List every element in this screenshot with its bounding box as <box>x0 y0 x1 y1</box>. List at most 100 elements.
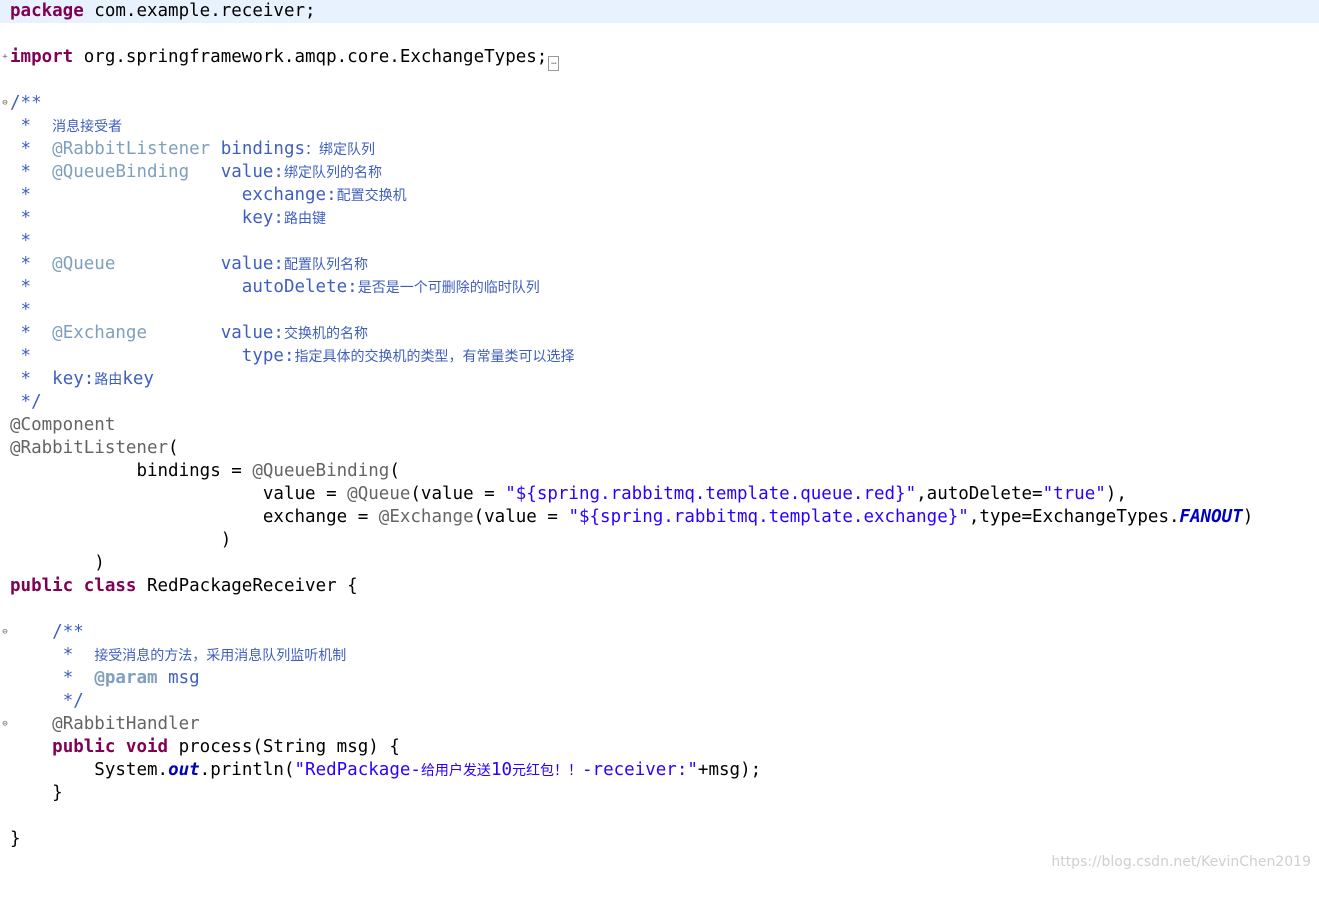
keyword-public: public <box>52 737 116 757</box>
keyword-import: import <box>10 47 74 67</box>
javadoc-param-exchange: exchange: <box>241 185 337 205</box>
javadoc-star: * <box>10 116 42 136</box>
fold-expand-icon[interactable]: + <box>0 46 10 69</box>
fold-collapse-icon[interactable]: ⊖ <box>0 621 10 644</box>
folded-imports-icon[interactable]: … <box>548 56 560 71</box>
code-line-method-doc-summary[interactable]: * 接受消息的方法，采用消息队列监听机制 <box>0 644 1319 667</box>
code-line-doc-type[interactable]: * type:指定具体的交换机的类型，有常量类可以选择 <box>0 345 1319 368</box>
import-name: org.springframework.amqp.core.ExchangeTy… <box>73 47 548 67</box>
code-line-doc-blank-2[interactable]: * <box>0 299 1319 322</box>
string-cjk-1: 给用户发送 <box>420 763 491 779</box>
javadoc-star: * <box>10 162 42 182</box>
javadoc-star: * <box>10 254 42 274</box>
method-javadoc-summary: 接受消息的方法，采用消息队列监听机制 <box>94 648 347 664</box>
javadoc-desc-autodelete: 是否是一个可删除的临时队列 <box>357 280 540 296</box>
javadoc-param-type: type: <box>241 346 295 366</box>
keyword-package: package <box>10 1 84 21</box>
code-line-doc-queue[interactable]: * @Queue value:配置队列名称 <box>0 253 1319 276</box>
code-line-component[interactable]: @Component <box>0 414 1319 437</box>
code-line-package[interactable]: package com.example.receiver; <box>0 0 1319 23</box>
println-tail: +msg); <box>697 760 762 780</box>
code-line-doc-open[interactable]: ⊖ /** <box>0 92 1319 115</box>
code-line-method-doc-param[interactable]: * @param msg <box>0 667 1319 690</box>
javadoc-key-desc: 路由 <box>94 372 123 388</box>
code-line-doc-summary[interactable]: * 消息接受者 <box>0 115 1319 138</box>
string-part-2: -receiver:" <box>582 760 698 780</box>
annotation-queue: @Queue <box>347 484 411 504</box>
code-line-doc-autodelete[interactable]: * autoDelete:是否是一个可删除的临时队列 <box>0 276 1319 299</box>
exchange-value-arg: (value = <box>473 507 569 527</box>
javadoc-star: * <box>10 346 42 366</box>
javadoc-param-value: value: <box>220 162 284 182</box>
code-line-method-doc-close[interactable]: */ <box>0 690 1319 713</box>
javadoc-param-key: key: <box>241 208 284 228</box>
javadoc-star: * <box>10 231 42 251</box>
code-line-exchange[interactable]: exchange = @Exchange(value = "${spring.r… <box>0 506 1319 529</box>
javadoc-star: * <box>10 185 42 205</box>
brace-close-class: } <box>10 829 21 849</box>
code-line-doc-routing-key[interactable]: * key:路由key <box>0 368 1319 391</box>
queue-value-arg: (value = <box>410 484 506 504</box>
code-line-method-decl[interactable]: public void process(String msg) { <box>0 736 1319 759</box>
javadoc-tag-param: @param <box>94 668 158 688</box>
code-line-class-decl[interactable]: public class RedPackageReceiver { <box>0 575 1319 598</box>
javadoc-summary: 消息接受者 <box>52 119 123 135</box>
code-line-method-close[interactable]: } <box>0 782 1319 805</box>
code-line-doc-exchange[interactable]: * exchange:配置交换机 <box>0 184 1319 207</box>
code-line-outer-close[interactable]: ) <box>0 552 1319 575</box>
brace-close-method: } <box>52 783 63 803</box>
keyword-class: class <box>83 576 137 596</box>
method-signature: process(String msg) { <box>168 737 400 757</box>
javadoc-param-exchange-value: value: <box>220 323 284 343</box>
code-line-class-close[interactable]: } <box>0 828 1319 851</box>
javadoc-param-bindings: bindings <box>220 139 306 159</box>
javadoc-star: * <box>10 208 42 228</box>
javadoc-param-autodelete: autoDelete: <box>241 277 358 297</box>
annotation-rabbitlistener: @RabbitListener <box>10 438 169 458</box>
javadoc-tag-queuebinding: @QueueBinding <box>52 162 190 182</box>
package-name: com.example.receiver; <box>83 1 316 21</box>
code-line-rabbitlistener[interactable]: @RabbitListener( <box>0 437 1319 460</box>
exchange-type-arg: ,type=ExchangeTypes. <box>968 507 1180 527</box>
code-line-doc-key[interactable]: * key:路由键 <box>0 207 1319 230</box>
code-line-inner-close[interactable]: ) <box>0 529 1319 552</box>
code-line-bindings[interactable]: bindings = @QueueBinding( <box>0 460 1319 483</box>
field-out: out <box>168 760 200 780</box>
paren-close-inner: ) <box>220 530 232 550</box>
code-line-method-doc-open[interactable]: ⊖ /** <box>0 621 1319 644</box>
code-line-doc-queuebinding[interactable]: * @QueueBinding value:绑定队列的名称 <box>0 161 1319 184</box>
code-line-queue-value[interactable]: value = @Queue(value = "${spring.rabbitm… <box>0 483 1319 506</box>
annotation-rabbithandler: @RabbitHandler <box>52 714 200 734</box>
watermark: https://blog.csdn.net/KevinChen2019 <box>1051 854 1311 870</box>
code-line-println[interactable]: System.out.println("RedPackage-给用户发送10元红… <box>0 759 1319 782</box>
field-fanout: FANOUT <box>1179 507 1243 527</box>
javadoc-desc-bindings: ：绑定队列 <box>305 142 376 158</box>
annotation-component: @Component <box>10 415 116 435</box>
javadoc-key-desc-tail: key <box>122 369 154 389</box>
method-javadoc-close: */ <box>52 691 84 711</box>
code-line-doc-exchange-tag[interactable]: * @Exchange value:交换机的名称 <box>0 322 1319 345</box>
code-line-doc-blank[interactable]: * <box>0 230 1319 253</box>
javadoc-desc-key: 路由键 <box>283 211 326 227</box>
string-cjk-2: 元红包！！ <box>512 763 583 779</box>
fold-collapse-icon[interactable]: ⊖ <box>0 92 10 115</box>
javadoc-open: /** <box>10 93 42 113</box>
javadoc-tag-exchange: @Exchange <box>52 323 147 343</box>
paren-close-outer: ) <box>94 553 105 573</box>
code-line-doc-rabbitlistener[interactable]: * @RabbitListener bindings：绑定队列 <box>0 138 1319 161</box>
code-line-doc-close[interactable]: */ <box>0 391 1319 414</box>
fold-collapse-icon[interactable]: ⊖ <box>0 713 10 736</box>
code-line-import[interactable]: + import org.springframework.amqp.core.E… <box>0 46 1319 71</box>
javadoc-star: * <box>10 277 42 297</box>
javadoc-desc-exchange-value: 交换机的名称 <box>283 326 368 342</box>
code-editor[interactable]: package com.example.receiver; + import o… <box>0 0 1319 878</box>
javadoc-param-queue-value: value: <box>220 254 284 274</box>
javadoc-star: * <box>10 323 42 343</box>
javadoc-star: * <box>52 668 95 688</box>
javadoc-star: * <box>52 645 95 665</box>
paren-open: ( <box>389 461 400 481</box>
javadoc-desc-type: 指定具体的交换机的类型，有常量类可以选择 <box>294 349 575 365</box>
code-line-rabbithandler[interactable]: ⊖ @RabbitHandler <box>0 713 1319 736</box>
string-part-1: "RedPackage- <box>294 760 421 780</box>
exchange-close: ) <box>1242 507 1254 527</box>
